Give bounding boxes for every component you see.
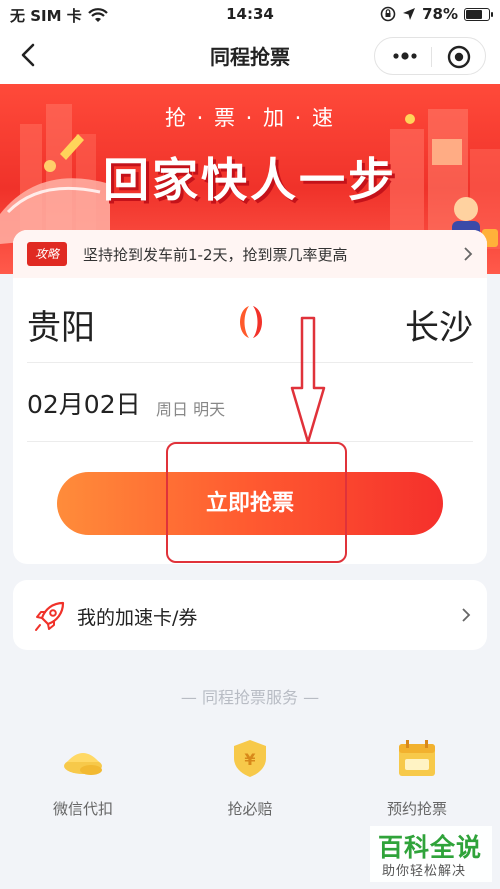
battery-icon: [464, 7, 493, 21]
swap-cities-icon[interactable]: [231, 302, 271, 342]
battery-percent: 78%: [422, 5, 458, 23]
calendar-icon: [399, 740, 435, 776]
orientation-lock-icon: [380, 6, 396, 22]
yuan-shield-icon: ¥: [234, 740, 266, 777]
strategy-badge: 攻略: [27, 242, 67, 266]
location-icon: [403, 8, 416, 20]
departure-city[interactable]: 贵阳: [27, 300, 95, 349]
chevron-right-icon: [464, 247, 473, 261]
departure-date[interactable]: 02月02日: [27, 385, 141, 421]
nav-bar: 同程抢票: [0, 28, 500, 84]
rocket-icon: [35, 601, 65, 631]
service-wechat-deduct[interactable]: 微信代扣: [13, 738, 153, 819]
accel-card-label: 我的加速卡/券: [77, 607, 198, 629]
close-mini-program-icon[interactable]: [447, 45, 471, 69]
mini-program-capsule: [374, 37, 486, 75]
svg-text:¥: ¥: [244, 750, 255, 769]
service-guarantee[interactable]: ¥ 抢必赔: [180, 738, 320, 819]
service-label: 抢必赔: [227, 800, 273, 818]
banner-subtitle: 抢 · 票 · 加 · 速: [164, 106, 336, 130]
chevron-right-icon: [462, 608, 471, 622]
tip-text: 坚持抢到发车前1-2天，抢到票几率更高: [83, 246, 348, 264]
accel-card-row[interactable]: 我的加速卡/券: [13, 580, 487, 650]
service-label: 微信代扣: [52, 800, 113, 818]
watermark-title: 百科全说: [378, 833, 483, 862]
service-reservation[interactable]: 预约抢票: [347, 738, 487, 819]
status-right: 78%: [380, 5, 493, 23]
annotation-arrow-icon: [290, 316, 326, 444]
watermark-subtitle: 助你轻松解决: [382, 864, 467, 879]
banner-title: 回家快人一步: [103, 153, 397, 207]
divider: [27, 362, 473, 363]
battery-fill: [466, 9, 482, 19]
service-label: 预约抢票: [386, 800, 447, 818]
arrival-city[interactable]: 长沙: [405, 300, 473, 349]
annotation-highlight-box: [166, 442, 347, 563]
watermark: 百科全说 助你轻松解决: [370, 826, 492, 882]
capsule-divider: [431, 47, 432, 67]
tip-bar[interactable]: 攻略 坚持抢到发车前1-2天，抢到票几率更高: [13, 230, 487, 278]
date-hint: 周日 明天: [156, 400, 226, 419]
gold-ingot-icon: [64, 753, 102, 775]
more-icon[interactable]: [391, 46, 419, 66]
status-bar: 无 SIM 卡 14:34 78%: [0, 0, 500, 28]
services-title: — 同程抢票服务 —: [180, 688, 320, 707]
